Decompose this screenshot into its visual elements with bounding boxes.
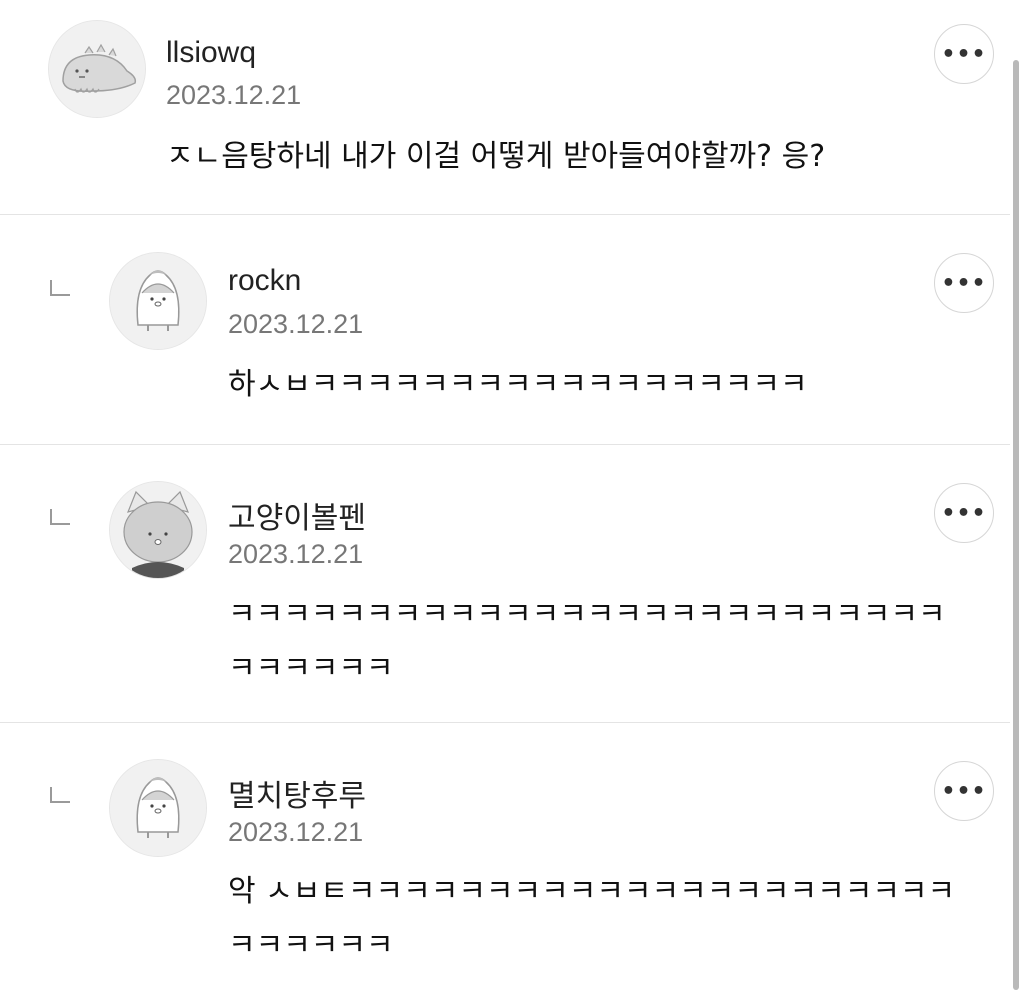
more-options-button[interactable]: •••: [934, 253, 994, 313]
avatar[interactable]: [109, 252, 207, 350]
comment-item: llsiowq 2023.12.21 ㅈㄴ음탕하네 내가 이걸 어떻게 받아들여…: [0, 0, 1010, 214]
comment-date: 2023.12.21: [228, 817, 364, 847]
more-options-button[interactable]: •••: [934, 761, 994, 821]
dinosaur-avatar-icon: [49, 21, 145, 117]
more-options-button[interactable]: •••: [934, 24, 994, 84]
reply-item: rockn 2023.12.21 하ㅅㅂㅋㅋㅋㅋㅋㅋㅋㅋㅋㅋㅋㅋㅋㅋㅋㅋㅋㅋ •…: [0, 215, 1010, 444]
comment-date: 2023.12.21: [228, 539, 364, 569]
comment-username[interactable]: 고양이볼펜: [228, 493, 366, 537]
reply-indicator-icon: [50, 787, 70, 803]
comment-text: 하ㅅㅂㅋㅋㅋㅋㅋㅋㅋㅋㅋㅋㅋㅋㅋㅋㅋㅋㅋㅋ: [228, 367, 808, 402]
comment-username[interactable]: 멸치탕후루: [228, 771, 366, 815]
comment-date: 2023.12.21: [228, 309, 364, 339]
avatar[interactable]: [109, 759, 207, 857]
penguin-avatar-icon: [110, 760, 206, 856]
avatar[interactable]: [109, 481, 207, 579]
reply-item: 고양이볼펜 2023.12.21 ㅋㅋㅋㅋㅋㅋㅋㅋㅋㅋㅋㅋㅋㅋㅋㅋㅋㅋㅋㅋㅋㅋㅋ…: [0, 445, 1010, 722]
comment-username[interactable]: rockn: [228, 264, 301, 298]
scrollbar[interactable]: [1013, 60, 1019, 990]
comment-text: ㅋㅋㅋㅋㅋㅋㅋㅋㅋㅋㅋㅋㅋㅋㅋㅋㅋㅋㅋㅋㅋㅋㅋㅋㅋㅋㅋㅋㅋㅋㅋㅋ: [228, 597, 946, 686]
avatar[interactable]: [48, 20, 146, 118]
reply-item: 멸치탕후루 2023.12.21 악 ㅅㅂㅌㅋㅋㅋㅋㅋㅋㅋㅋㅋㅋㅋㅋㅋㅋㅋㅋㅋㅋ…: [0, 723, 1010, 996]
comment-date: 2023.12.21: [166, 80, 302, 110]
comment-text: 악 ㅅㅂㅌㅋㅋㅋㅋㅋㅋㅋㅋㅋㅋㅋㅋㅋㅋㅋㅋㅋㅋㅋㅋㅋㅋㅋㅋㅋㅋㅋㅋ: [228, 874, 956, 963]
reply-indicator-icon: [50, 509, 70, 525]
more-options-button[interactable]: •••: [934, 483, 994, 543]
cat-avatar-icon: [110, 482, 206, 578]
comment-username[interactable]: llsiowq: [166, 36, 256, 70]
comment-text: ㅈㄴ음탕하네 내가 이걸 어떻게 받아들여야할까? 응?: [166, 139, 826, 174]
penguin-avatar-icon: [110, 253, 206, 349]
reply-indicator-icon: [50, 280, 70, 296]
